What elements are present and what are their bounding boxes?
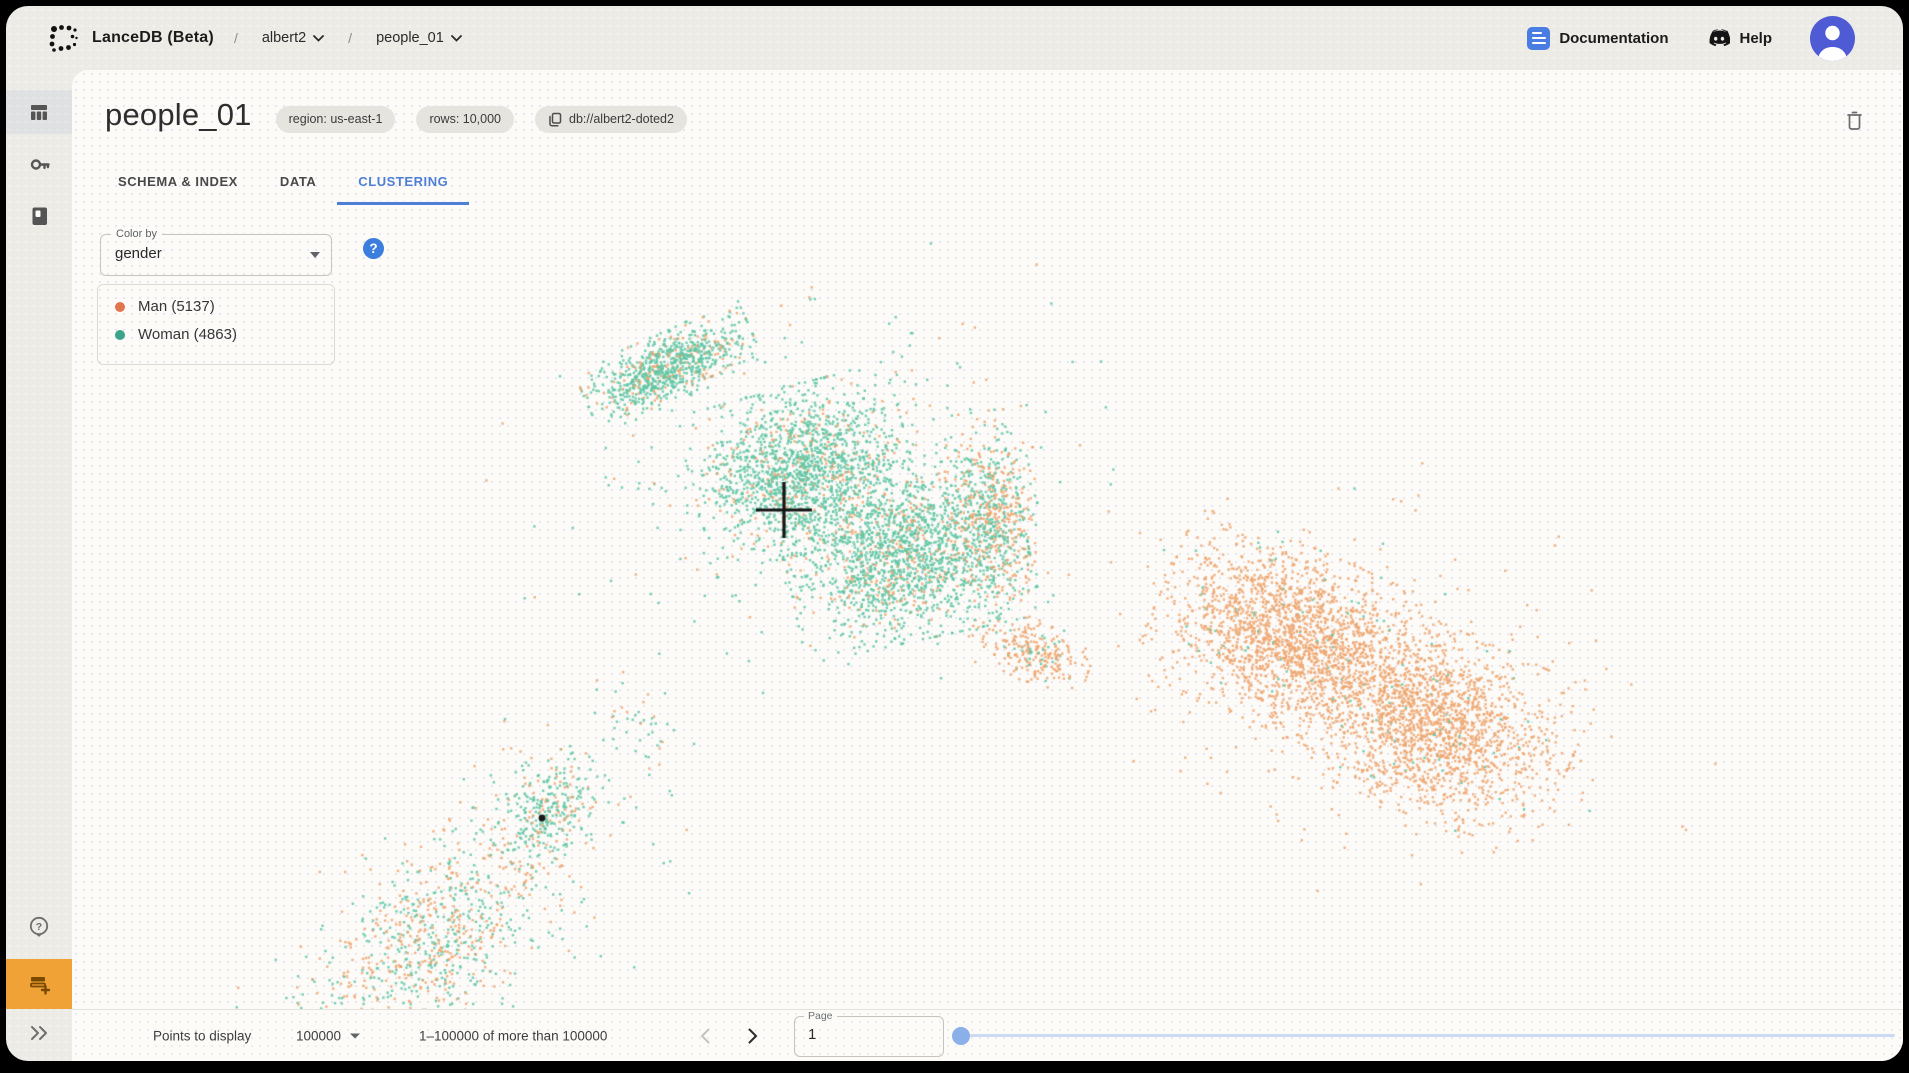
table-detail-card: people_01 region: us-east-1 rows: 10,000… <box>72 70 1903 1061</box>
add-table-icon <box>26 971 52 997</box>
table-label: people_01 <box>376 30 444 46</box>
top-bar: LanceDB (Beta) / albert2 / people_01 Doc… <box>6 6 1903 70</box>
points-to-display-label: Points to display <box>153 1028 251 1043</box>
color-by-label: Color by <box>111 228 162 241</box>
key-icon <box>28 153 51 176</box>
select-caret-icon <box>310 252 320 258</box>
copy-icon <box>548 112 562 127</box>
region-badge: region: us-east-1 <box>276 106 396 133</box>
pagination-bar: Points to display 100000 1–100000 of mor… <box>72 1009 1903 1061</box>
page-input-label: Page <box>804 1010 837 1023</box>
breadcrumb-workspace[interactable]: albert2 <box>258 28 328 48</box>
delete-table-button[interactable] <box>1843 108 1866 136</box>
man-color-dot <box>115 302 125 312</box>
color-by-value: gender <box>115 245 162 262</box>
top-actions: Documentation Help <box>1521 16 1855 61</box>
help-link[interactable]: Help <box>1700 28 1778 48</box>
previous-page-button[interactable] <box>690 1021 720 1051</box>
breadcrumb-table[interactable]: people_01 <box>372 28 466 48</box>
tab-schema-index[interactable]: SCHEMA & INDEX <box>97 162 259 205</box>
sidebar-item-notebook[interactable] <box>6 194 72 238</box>
chevron-right-icon <box>748 1028 758 1044</box>
add-table-button[interactable] <box>6 959 72 1009</box>
db-uri-badge-label: db://albert2-doted2 <box>569 112 674 126</box>
points-to-display-value: 100000 <box>296 1028 341 1043</box>
workspace-label: albert2 <box>262 30 306 46</box>
select-caret-icon <box>350 1033 360 1038</box>
app-window: LanceDB (Beta) / albert2 / people_01 Doc… <box>6 6 1903 1061</box>
page-slider[interactable] <box>952 1027 1895 1045</box>
region-badge-label: region: us-east-1 <box>289 112 383 126</box>
notebook-icon <box>29 205 50 227</box>
rail-bottom-group: ? <box>6 905 72 1061</box>
brand-name: LanceDB (Beta) <box>92 29 214 47</box>
double-chevron-right-icon <box>28 1025 50 1041</box>
tab-data[interactable]: DATA <box>259 162 337 205</box>
legend-label: Man (5137) <box>138 298 215 315</box>
chevron-down-icon <box>451 35 462 42</box>
db-uri-badge[interactable]: db://albert2-doted2 <box>535 106 687 133</box>
legend-item-man: Man (5137) <box>115 298 320 315</box>
rows-badge-label: rows: 10,000 <box>429 112 501 126</box>
page-input-value: 1 <box>808 1026 816 1043</box>
brand-area: LanceDB (Beta) / albert2 / people_01 <box>48 23 466 53</box>
points-to-display-select[interactable]: 100000 <box>296 1028 360 1043</box>
page-number-input[interactable]: Page 1 <box>794 1016 944 1057</box>
woman-color-dot <box>115 330 125 340</box>
chevron-left-icon <box>700 1028 710 1044</box>
trash-icon <box>1845 110 1864 131</box>
tables-icon <box>28 101 50 123</box>
sidebar-item-api-keys[interactable] <box>6 142 72 186</box>
help-circle-icon: ? <box>27 915 51 939</box>
discord-icon <box>1706 29 1730 47</box>
color-by-select[interactable]: Color by gender <box>100 234 332 276</box>
rows-badge: rows: 10,000 <box>416 106 514 133</box>
sidebar-help-button[interactable]: ? <box>6 905 72 949</box>
user-avatar[interactable] <box>1810 16 1855 61</box>
documentation-label: Documentation <box>1559 30 1668 47</box>
clustering-help-icon[interactable]: ? <box>363 238 384 259</box>
breadcrumb-separator: / <box>348 30 352 46</box>
person-icon <box>1810 16 1855 61</box>
left-rail: ? <box>6 70 72 1061</box>
next-page-button[interactable] <box>738 1021 768 1051</box>
tab-bar: SCHEMA & INDEX DATA CLUSTERING <box>97 162 1903 205</box>
sidebar-item-tables[interactable] <box>6 90 72 134</box>
expand-sidebar-button[interactable] <box>6 1017 72 1049</box>
cluster-scatter-plot[interactable] <box>72 70 1903 1061</box>
help-label: Help <box>1739 30 1772 47</box>
page-title: people_01 <box>105 97 252 133</box>
documentation-link[interactable]: Documentation <box>1521 26 1674 51</box>
badge-group: region: us-east-1 rows: 10,000 db://albe… <box>276 106 687 133</box>
legend-item-woman: Woman (4863) <box>115 326 320 343</box>
svg-text:?: ? <box>36 921 42 933</box>
range-text: 1–100000 of more than 100000 <box>419 1028 607 1043</box>
chevron-down-icon <box>313 35 324 42</box>
legend-panel: Man (5137) Woman (4863) <box>97 284 335 365</box>
documentation-icon <box>1527 27 1550 50</box>
legend-label: Woman (4863) <box>138 326 237 343</box>
lancedb-logo-icon <box>48 23 78 53</box>
breadcrumb-separator: / <box>234 30 238 46</box>
slider-thumb[interactable] <box>952 1027 970 1045</box>
title-row: people_01 region: us-east-1 rows: 10,000… <box>72 70 1903 136</box>
tab-clustering[interactable]: CLUSTERING <box>337 162 469 205</box>
slider-track <box>961 1034 1895 1037</box>
